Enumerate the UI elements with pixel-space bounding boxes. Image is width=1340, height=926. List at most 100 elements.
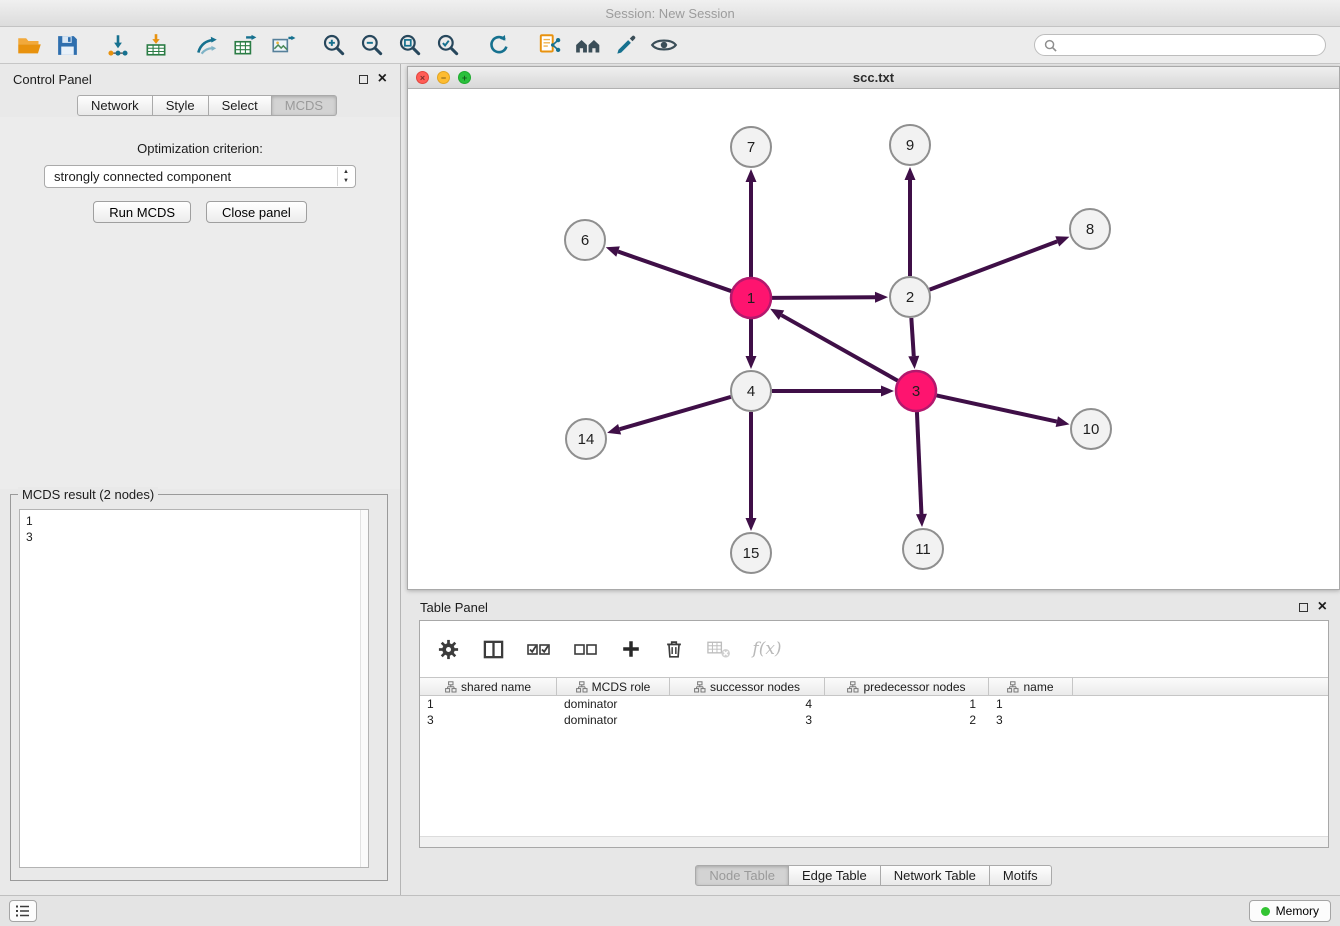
table-settings-button[interactable] (434, 633, 462, 665)
tab-node-table[interactable]: Node Table (695, 865, 789, 886)
import-network-icon (105, 32, 131, 58)
optimization-criterion-label: Optimization criterion: (0, 141, 400, 156)
gear-icon (437, 638, 460, 661)
cell-predecessor-nodes[interactable]: 1 (825, 696, 989, 712)
close-window-button[interactable]: × (416, 71, 429, 84)
export-table-button[interactable] (226, 29, 264, 61)
result-scrollbar[interactable] (360, 510, 368, 867)
sort-icon (847, 681, 859, 693)
apply-style-button[interactable] (607, 29, 645, 61)
criterion-dropdown[interactable]: strongly connected component ▲▼ (44, 165, 356, 188)
deselect-all-columns-button[interactable] (571, 633, 601, 665)
task-history-button[interactable] (9, 900, 37, 922)
status-bar: Memory (0, 895, 1340, 926)
memory-status-dot (1261, 907, 1270, 916)
show-graphics-details-button[interactable] (645, 29, 683, 61)
open-file-button[interactable] (10, 29, 48, 61)
tab-select[interactable]: Select (209, 95, 272, 116)
cell-name[interactable]: 3 (989, 712, 1073, 728)
minimize-window-button[interactable]: − (437, 71, 450, 84)
graph-edge-3-10[interactable] (937, 395, 1057, 421)
graph-node-label: 11 (915, 541, 931, 558)
function-builder-button[interactable]: f(x) (749, 633, 785, 665)
float-panel-icon[interactable] (359, 75, 368, 84)
table-panel-header: Table Panel × (407, 595, 1340, 619)
export-image-icon (270, 32, 296, 58)
graph-edge-arrowhead (875, 292, 888, 303)
zoom-out-button[interactable] (353, 29, 391, 61)
control-panel-header: Control Panel × (0, 64, 400, 94)
select-all-columns-button[interactable] (524, 633, 554, 665)
column-header-name[interactable]: name (989, 678, 1073, 695)
close-panel-button[interactable]: Close panel (206, 201, 307, 223)
refresh-view-button[interactable] (480, 29, 518, 61)
create-column-button[interactable] (618, 633, 644, 665)
save-session-button[interactable] (48, 29, 86, 61)
window-titlebar[interactable]: Session: New Session (0, 0, 1340, 27)
graph-edge-1-6[interactable] (618, 252, 731, 292)
open-network-in-browser-button[interactable] (531, 29, 569, 61)
cell-mcds-role[interactable]: dominator (557, 712, 670, 728)
first-neighbors-button[interactable] (569, 29, 607, 61)
graph-node-label: 4 (747, 383, 755, 400)
graph-edge-2-8[interactable] (930, 241, 1058, 289)
float-table-panel-icon[interactable] (1299, 603, 1308, 612)
close-panel-icon[interactable]: × (378, 71, 387, 87)
mcds-panel: Optimization criterion: strongly connect… (0, 117, 400, 489)
open-folder-icon (16, 32, 43, 59)
run-mcds-button[interactable]: Run MCDS (93, 201, 191, 223)
column-header-shared-name[interactable]: shared name (420, 678, 557, 695)
graph-edge-2-3[interactable] (911, 318, 913, 356)
search-input[interactable] (1062, 38, 1316, 53)
fx-label: f(x) (752, 639, 781, 659)
tab-motifs[interactable]: Motifs (990, 865, 1052, 886)
tab-network-table[interactable]: Network Table (881, 865, 990, 886)
search-box[interactable] (1034, 34, 1326, 56)
graph-edge-1-2[interactable] (772, 297, 875, 298)
network-window: × − + scc.txt 7968124314101511 (407, 66, 1340, 590)
zoom-in-button[interactable] (315, 29, 353, 61)
zoom-fit-button[interactable] (391, 29, 429, 61)
cell-successor-nodes[interactable]: 4 (670, 696, 825, 712)
tab-mcds[interactable]: MCDS (272, 95, 337, 116)
memory-button[interactable]: Memory (1249, 900, 1331, 922)
column-header-predecessor-nodes[interactable]: predecessor nodes (825, 678, 989, 695)
graph-node-label: 3 (912, 383, 920, 400)
import-table-button[interactable] (137, 29, 175, 61)
import-network-button[interactable] (99, 29, 137, 61)
cell-shared-name[interactable]: 3 (420, 712, 557, 728)
tab-network[interactable]: Network (77, 95, 153, 116)
network-canvas[interactable]: 7968124314101511 (408, 89, 1339, 589)
column-header-successor-nodes[interactable]: successor nodes (670, 678, 825, 695)
graph-edge-3-1[interactable] (781, 315, 897, 381)
graph-edge-3-11[interactable] (917, 412, 922, 514)
maximize-window-button[interactable]: + (458, 71, 471, 84)
cell-name[interactable]: 1 (989, 696, 1073, 712)
export-network-icon (194, 32, 220, 58)
mcds-result-textarea[interactable]: 1 3 (19, 509, 369, 868)
show-columns-button[interactable] (479, 633, 507, 665)
control-panel: Control Panel × Network Style Select MCD… (0, 64, 401, 895)
export-image-button[interactable] (264, 29, 302, 61)
export-network-button[interactable] (188, 29, 226, 61)
cell-successor-nodes[interactable]: 3 (670, 712, 825, 728)
table-horizontal-scrollbar[interactable] (420, 836, 1328, 847)
graph-edge-arrowhead (606, 246, 620, 256)
cell-shared-name[interactable]: 1 (420, 696, 557, 712)
tab-edge-table[interactable]: Edge Table (789, 865, 881, 886)
delete-column-button[interactable] (661, 633, 687, 665)
result-line: 3 (26, 529, 354, 545)
result-line: 1 (26, 513, 354, 529)
graph-node-label: 8 (1086, 221, 1094, 238)
column-header-mcds-role[interactable]: MCDS role (557, 678, 670, 695)
network-window-titlebar[interactable]: × − + scc.txt (408, 67, 1339, 89)
delete-table-button[interactable] (704, 633, 732, 665)
refresh-icon (486, 32, 512, 58)
cell-predecessor-nodes[interactable]: 2 (825, 712, 989, 728)
tab-style[interactable]: Style (153, 95, 209, 116)
cell-mcds-role[interactable]: dominator (557, 696, 670, 712)
close-table-panel-icon[interactable]: × (1318, 599, 1327, 615)
zoom-selected-button[interactable] (429, 29, 467, 61)
graph-edge-4-14[interactable] (620, 397, 731, 429)
application-window: Session: New Session (0, 0, 1340, 926)
